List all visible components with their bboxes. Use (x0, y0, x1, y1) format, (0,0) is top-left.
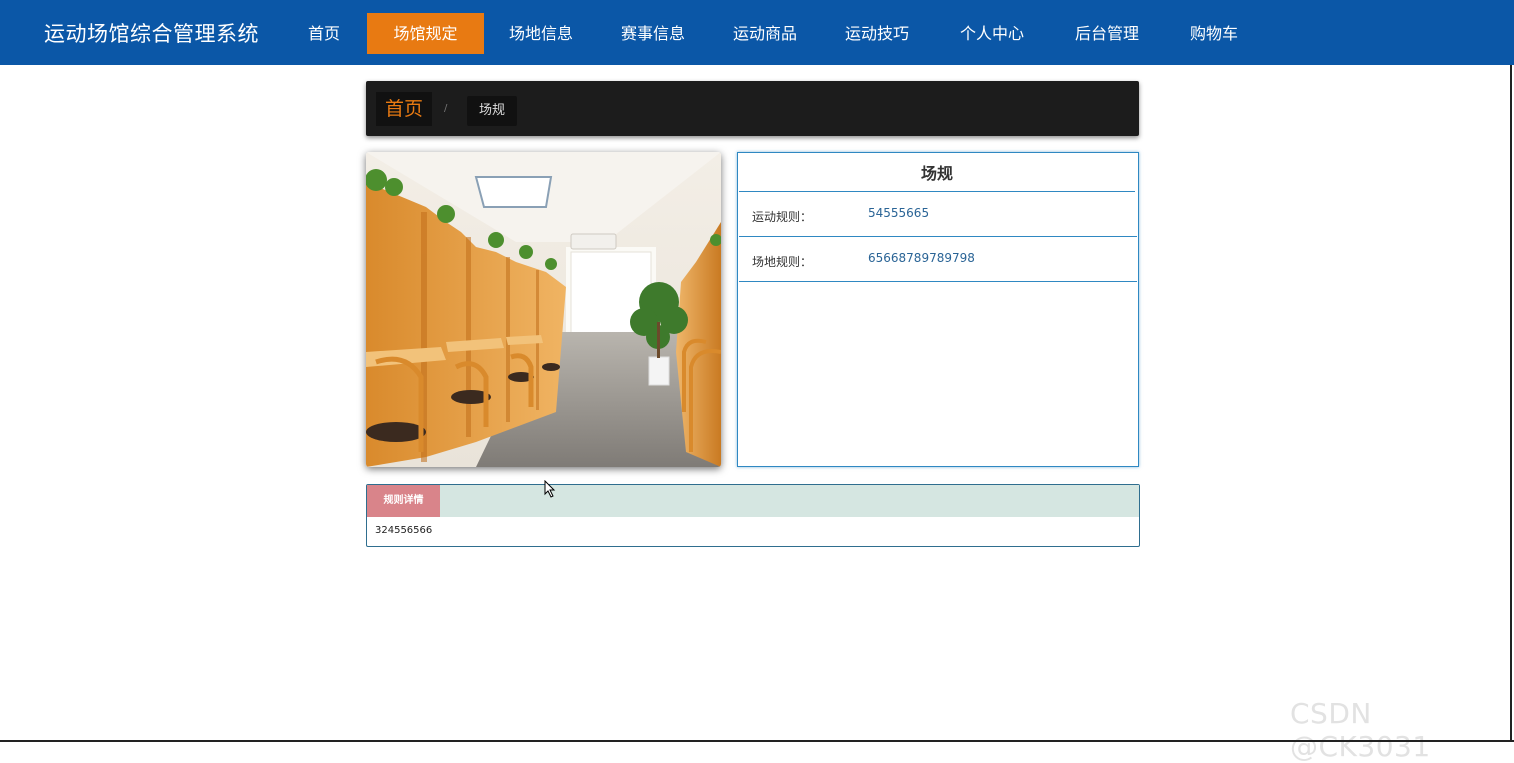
watermark: CSDN @CK3031 (1290, 697, 1431, 763)
nav-item-home[interactable]: 首页 (296, 13, 352, 54)
nav-item-sports-tips[interactable]: 运动技巧 (835, 13, 919, 54)
sport-rules-label: 运动规则： (752, 210, 813, 224)
rule-detail-tab[interactable]: 规则详情 (367, 485, 440, 517)
window-edge (1510, 65, 1512, 742)
court-rules-label: 场地规则： (752, 255, 813, 269)
mouse-cursor-icon (544, 480, 556, 498)
info-row-sport-rules: 运动规则： 54555665 (739, 192, 1137, 237)
site-brand[interactable]: 运动场馆综合管理系统 (44, 18, 259, 48)
breadcrumb-separator: / (444, 103, 448, 114)
breadcrumb-home-link[interactable]: 首页 (376, 92, 433, 126)
nav-item-admin[interactable]: 后台管理 (1065, 13, 1149, 54)
nav-item-event-info[interactable]: 赛事信息 (611, 13, 695, 54)
nav-item-venue-rules[interactable]: 场馆规定 (367, 13, 484, 54)
sport-rules-value: 54555665 (868, 206, 930, 220)
breadcrumb-current: 场规 (467, 96, 518, 126)
nav-item-court-info[interactable]: 场地信息 (499, 13, 583, 54)
rule-detail-content: 324556566 (375, 525, 433, 536)
court-rules-value: 65668789789798 (868, 251, 975, 265)
rules-panel-title: 场规 (739, 154, 1135, 192)
rule-detail-header: 规则详情 (367, 485, 1139, 517)
info-row-court-rules: 场地规则： 65668789789798 (739, 237, 1137, 282)
nav-item-profile[interactable]: 个人中心 (950, 13, 1034, 54)
nav-item-sports-goods[interactable]: 运动商品 (723, 13, 807, 54)
rule-detail-panel: 规则详情 324556566 (366, 484, 1140, 547)
venue-photo (366, 152, 721, 467)
top-navbar: 运动场馆综合管理系统 首页 场馆规定 场地信息 赛事信息 运动商品 运动技巧 个… (0, 0, 1514, 65)
rules-info-panel: 场规 运动规则： 54555665 场地规则： 65668789789798 (737, 152, 1139, 467)
breadcrumb: 首页 / 场规 (366, 81, 1139, 136)
nav-item-cart[interactable]: 购物车 (1180, 13, 1248, 54)
